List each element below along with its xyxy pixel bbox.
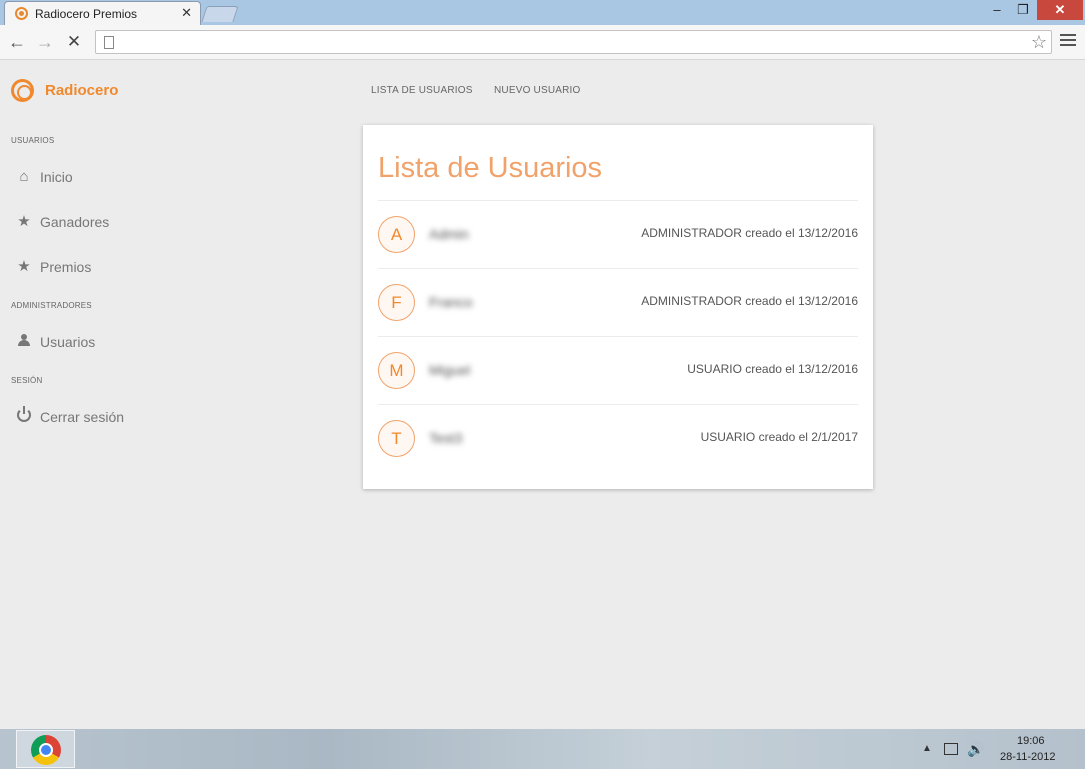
sidebar-item-ganadores[interactable]: ★ Ganadores	[16, 211, 216, 235]
user-meta: USUARIO creado el 2/1/2017	[700, 430, 858, 444]
maximize-button[interactable]: ❐	[1010, 0, 1036, 20]
avatar: M	[378, 352, 415, 389]
minimize-button[interactable]: –	[984, 0, 1010, 20]
tab-close-icon[interactable]: ✕	[181, 5, 192, 21]
sidebar-item-usuarios[interactable]: Usuarios	[16, 331, 216, 355]
brand-name[interactable]: Radiocero	[45, 82, 118, 99]
network-icon[interactable]	[944, 743, 958, 755]
browser-menu-icon[interactable]	[1060, 31, 1076, 51]
sidebar-item-cerrar-sesion[interactable]: Cerrar sesión	[16, 406, 216, 430]
address-bar[interactable]: ☆	[95, 30, 1052, 54]
browser-titlebar: Radiocero Premios ✕ – ❐ ✕	[0, 0, 1085, 25]
sidebar-item-label: Premios	[40, 259, 92, 275]
users-card: Lista de Usuarios A Admin ADMINISTRADOR …	[363, 125, 873, 489]
section-usuarios: USUARIOS	[11, 136, 55, 145]
bookmark-star-icon[interactable]: ☆	[1031, 32, 1047, 53]
user-meta: ADMINISTRADOR creado el 13/12/2016	[641, 226, 858, 240]
nav-nuevo-usuario[interactable]: NUEVO USUARIO	[494, 85, 581, 96]
sidebar-item-label: Inicio	[40, 169, 73, 185]
avatar: A	[378, 216, 415, 253]
taskbar-chrome-button[interactable]	[16, 730, 75, 768]
back-arrow-icon[interactable]: ←	[6, 31, 28, 53]
tab-favicon-icon	[15, 7, 28, 20]
user-name: Franco	[429, 294, 473, 310]
new-tab-button[interactable]	[201, 6, 239, 22]
sidebar-item-inicio[interactable]: ⌂ Inicio	[16, 166, 216, 190]
clock-time[interactable]: 19:06	[1017, 735, 1045, 747]
sidebar-item-label: Usuarios	[40, 334, 96, 350]
star-icon: ★	[17, 213, 31, 230]
user-name: Admin	[429, 226, 469, 242]
star-icon: ★	[17, 258, 31, 275]
clock-date[interactable]: 28-11-2012	[1000, 751, 1055, 763]
user-meta: USUARIO creado el 13/12/2016	[687, 362, 858, 376]
radiocero-logo-icon[interactable]	[11, 79, 34, 102]
tab-title: Radiocero Premios	[35, 7, 138, 21]
chrome-icon	[31, 735, 61, 765]
windows-taskbar: ▲ 🔊 19:06 28-11-2012	[0, 729, 1085, 769]
avatar: T	[378, 420, 415, 457]
volume-icon[interactable]: 🔊	[967, 741, 984, 758]
nav-lista-usuarios[interactable]: LISTA DE USUARIOS	[371, 85, 473, 96]
close-window-button[interactable]: ✕	[1037, 0, 1083, 20]
user-name: Miguel	[429, 362, 471, 378]
sidebar-item-premios[interactable]: ★ Premios	[16, 256, 216, 280]
stop-loading-icon[interactable]: ✕	[63, 31, 85, 53]
power-icon	[17, 406, 31, 422]
user-meta: ADMINISTRADOR creado el 13/12/2016	[641, 294, 858, 308]
page-title: Lista de Usuarios	[378, 152, 603, 184]
browser-tab[interactable]: Radiocero Premios ✕	[4, 1, 201, 25]
show-hidden-icons-icon[interactable]: ▲	[922, 743, 932, 754]
sidebar-item-label: Ganadores	[40, 214, 110, 230]
list-item[interactable]: T Test3 USUARIO creado el 2/1/2017	[378, 405, 858, 473]
user-name: Test3	[429, 430, 463, 446]
avatar: F	[378, 284, 415, 321]
page-icon	[104, 36, 114, 49]
list-item[interactable]: A Admin ADMINISTRADOR creado el 13/12/20…	[378, 201, 858, 269]
list-item[interactable]: F Franco ADMINISTRADOR creado el 13/12/2…	[378, 269, 858, 337]
home-icon: ⌂	[19, 168, 29, 185]
section-administradores: ADMINISTRADORES	[11, 301, 92, 310]
section-sesion: SESIÓN	[11, 376, 43, 385]
browser-toolbar: ← → ✕ ☆	[0, 25, 1085, 60]
sidebar-item-label: Cerrar sesión	[40, 409, 125, 425]
list-item[interactable]: M Miguel USUARIO creado el 13/12/2016	[378, 337, 858, 405]
person-icon	[18, 334, 30, 346]
forward-arrow-icon[interactable]: →	[34, 31, 56, 53]
